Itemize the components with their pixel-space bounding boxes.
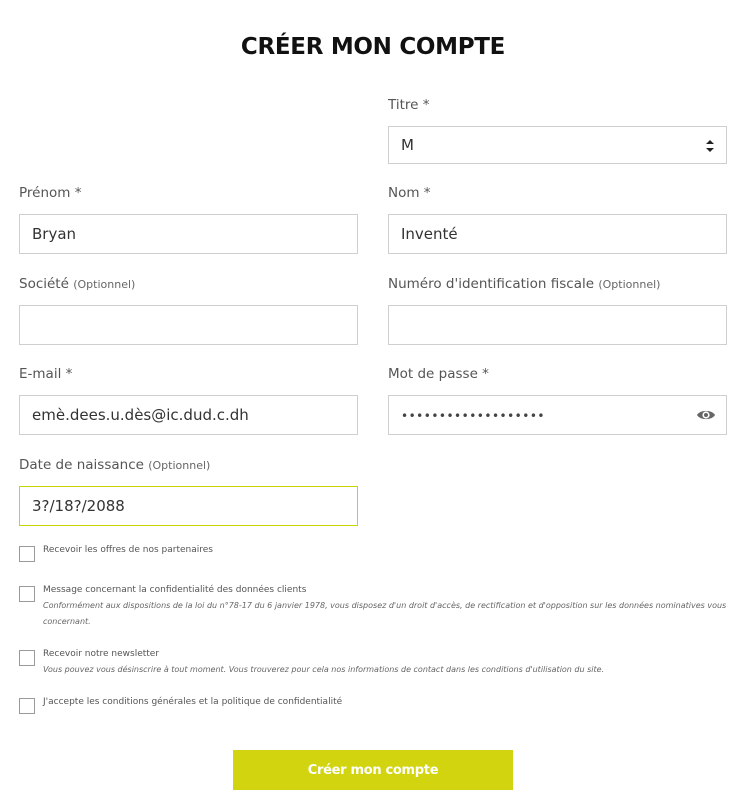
terms-label: J'accepte les conditions générales et la… — [43, 697, 343, 707]
newsletter-description: Vous pouvez vous désinscrire à tout mome… — [43, 665, 605, 674]
birthdate-label-text: Date de naissance — [19, 457, 144, 473]
privacy-description: Conformément aux dispositions de la loi … — [43, 601, 727, 626]
birthdate-label: Date de naissance (Optionnel) — [19, 457, 210, 473]
prenom-label: Prénom * — [19, 185, 82, 201]
email-value: emè.dees.u.dès@ic.dud.c.dh — [32, 406, 249, 424]
societe-input[interactable] — [19, 305, 358, 345]
email-label: E-mail * — [19, 366, 73, 382]
privacy-label: Message concernant la confidentialité de… — [43, 585, 307, 595]
checkbox-row-terms[interactable]: J'accepte les conditions générales et la… — [19, 694, 342, 714]
email-input[interactable]: emè.dees.u.dès@ic.dud.c.dh — [19, 395, 358, 435]
privacy-checkbox[interactable] — [19, 586, 35, 602]
prenom-input[interactable]: Bryan — [19, 214, 358, 254]
nom-input[interactable]: Inventé — [388, 214, 727, 254]
nom-label: Nom * — [388, 185, 431, 201]
terms-checkbox[interactable] — [19, 698, 35, 714]
create-account-button[interactable]: Créer mon compte — [233, 750, 513, 790]
privacy-text: Message concernant la confidentialité de… — [43, 582, 733, 630]
societe-label: Société (Optionnel) — [19, 276, 135, 292]
page-title: CRÉER MON COMPTE — [240, 34, 506, 60]
checkbox-row-privacy[interactable]: Message concernant la confidentialité de… — [19, 582, 733, 630]
newsletter-text: Recevoir notre newsletter Vous pouvez vo… — [43, 646, 733, 678]
optional-tag: (Optionnel) — [148, 459, 211, 472]
prenom-value: Bryan — [32, 225, 77, 243]
newsletter-checkbox[interactable] — [19, 650, 35, 666]
birthdate-input[interactable]: 3?/18?/2088 — [19, 486, 358, 526]
checkbox-row-partners[interactable]: Recevoir les offres de nos partenaires — [19, 542, 213, 562]
fiscal-label-text: Numéro d'identification fiscale — [388, 276, 595, 292]
partners-label: Recevoir les offres de nos partenaires — [43, 545, 213, 555]
partners-checkbox[interactable] — [19, 546, 35, 562]
password-label: Mot de passe * — [388, 366, 489, 382]
optional-tag: (Optionnel) — [598, 278, 661, 291]
newsletter-label: Recevoir notre newsletter — [43, 649, 160, 659]
titre-label: Titre * — [388, 97, 430, 113]
titre-select[interactable]: M — [388, 126, 727, 164]
birthdate-value: 3?/18?/2088 — [32, 497, 125, 515]
password-value: ••••••••••••••••••• — [401, 409, 545, 423]
nom-value: Inventé — [401, 225, 458, 243]
fiscal-label: Numéro d'identification fiscale (Optionn… — [388, 276, 660, 292]
password-input[interactable]: ••••••••••••••••••• — [388, 395, 727, 435]
titre-value: M — [401, 136, 414, 154]
checkbox-row-newsletter[interactable]: Recevoir notre newsletter Vous pouvez vo… — [19, 646, 733, 678]
fiscal-input[interactable] — [388, 305, 727, 345]
societe-label-text: Société — [19, 276, 69, 292]
optional-tag: (Optionnel) — [73, 278, 136, 291]
eye-icon[interactable] — [696, 407, 716, 423]
select-arrows-icon — [706, 140, 714, 152]
